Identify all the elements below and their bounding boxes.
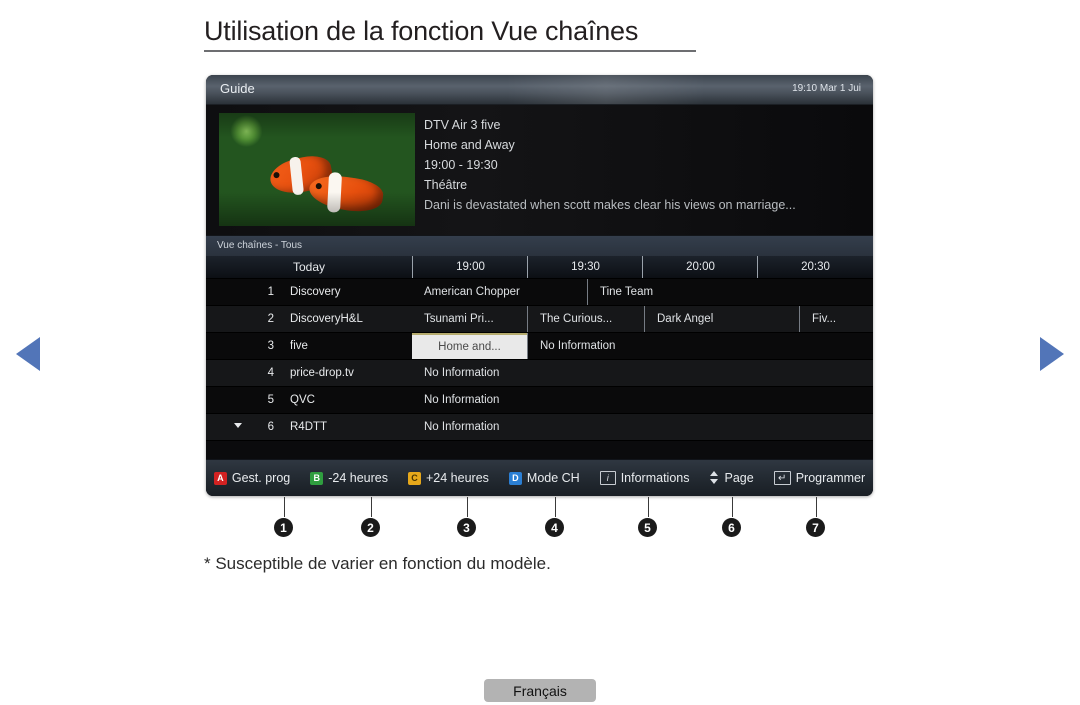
table-row[interactable]: 3 five Home and... No Information bbox=[206, 333, 873, 360]
callout-leader-line bbox=[371, 497, 372, 517]
triangle-left-icon[interactable] bbox=[16, 337, 40, 371]
channel-view-label: Vue chaînes - Tous bbox=[217, 240, 303, 251]
key-label: +24 heures bbox=[426, 471, 489, 485]
key-informations[interactable]: i Informations bbox=[599, 471, 690, 485]
program-cell[interactable]: American Chopper bbox=[412, 279, 587, 305]
time-slot-2030: 20:30 bbox=[757, 256, 873, 278]
callout-leader-line bbox=[732, 497, 733, 517]
program-cell[interactable]: No Information bbox=[527, 333, 867, 359]
title-underline bbox=[204, 50, 696, 52]
preview-genre: Théâtre bbox=[424, 178, 468, 192]
channel-name: R4DTT bbox=[290, 421, 328, 433]
program-cells: No Information bbox=[412, 414, 873, 440]
key-label: Programmer bbox=[795, 471, 866, 485]
info-icon: i bbox=[599, 471, 616, 485]
key-gest-prog[interactable]: A Gest. prog bbox=[213, 471, 291, 485]
time-slot-2000: 20:00 bbox=[642, 256, 758, 278]
preview-program: Home and Away bbox=[424, 138, 515, 152]
program-cells: No Information bbox=[412, 387, 873, 413]
channel-name: QVC bbox=[290, 394, 315, 406]
page-title: Utilisation de la fonction Vue chaînes bbox=[204, 16, 639, 46]
triangle-right-icon[interactable] bbox=[1040, 337, 1064, 371]
table-row[interactable]: 1 Discovery American Chopper Tine Team bbox=[206, 279, 873, 306]
thumbnail-vignette bbox=[219, 113, 415, 226]
channel-name: price-drop.tv bbox=[290, 367, 354, 379]
program-cell[interactable]: Tine Team bbox=[587, 279, 817, 305]
callout-leader-line bbox=[284, 497, 285, 517]
program-cells: Tsunami Pri... The Curious... Dark Angel Fi… bbox=[412, 306, 873, 332]
key-24-heures[interactable]: B -24 heures bbox=[310, 471, 388, 485]
channel-number: 4 bbox=[267, 367, 274, 379]
key-mode-ch[interactable]: D Mode CH bbox=[508, 471, 580, 485]
callout-leader-line bbox=[816, 497, 817, 517]
callout-badge-6: 6 bbox=[722, 518, 741, 537]
key-label: Informations bbox=[620, 471, 690, 485]
program-cell[interactable]: Dark Angel bbox=[644, 306, 799, 332]
guide-clock: 19:10 Mar 1 Jui bbox=[792, 83, 861, 94]
callout-badge-1: 1 bbox=[274, 518, 293, 537]
channel-view-bar: Vue chaînes - Tous bbox=[206, 235, 873, 256]
time-slot-1900: 19:00 bbox=[412, 256, 528, 278]
channel-number: 3 bbox=[267, 340, 274, 352]
channel-number: 2 bbox=[267, 313, 274, 325]
up-down-arrow-icon bbox=[709, 470, 719, 486]
callout-badge-7: 7 bbox=[806, 518, 825, 537]
enter-key-icon: ↵ bbox=[773, 471, 791, 485]
channel-number: 5 bbox=[267, 394, 274, 406]
callout-leader-line bbox=[467, 497, 468, 517]
program-cells: No Information bbox=[412, 360, 873, 386]
table-row[interactable]: 2 DiscoveryH&L Tsunami Pri... The Curious..… bbox=[206, 306, 873, 333]
callout-leader-line bbox=[555, 497, 556, 517]
key-24-heures[interactable]: C +24 heures bbox=[408, 471, 489, 485]
channel-name: five bbox=[290, 340, 308, 352]
table-row[interactable]: 5 QVC No Information bbox=[206, 387, 873, 414]
color-key-bar: A Gest. prog B -24 heures C +24 heures D Mode C… bbox=[206, 459, 873, 496]
table-row[interactable]: 6 R4DTT No Information bbox=[206, 414, 873, 441]
program-grid: 1 Discovery American Chopper Tine Team 2 Disc… bbox=[206, 279, 873, 441]
preview-description: Dani is devastated when scott makes clea… bbox=[424, 198, 796, 212]
color-key-b-icon: B bbox=[310, 471, 324, 485]
time-slot-1930: 19:30 bbox=[527, 256, 643, 278]
channel-name: Discovery bbox=[290, 286, 341, 298]
color-key-c-icon: C bbox=[408, 471, 421, 485]
guide-title: Guide bbox=[220, 81, 255, 96]
program-cell[interactable]: No Information bbox=[412, 360, 872, 386]
time-header-row: Today 19:00 19:30 20:00 20:30 bbox=[206, 256, 873, 279]
table-row[interactable]: 4 price-drop.tv No Information bbox=[206, 360, 873, 387]
program-cells: Home and... No Information bbox=[412, 333, 873, 359]
preview-time: 19:00 - 19:30 bbox=[424, 158, 498, 172]
callout-badge-4: 4 bbox=[545, 518, 564, 537]
key-page[interactable]: Page bbox=[709, 470, 754, 486]
key-label: Gest. prog bbox=[231, 471, 291, 485]
program-cell[interactable]: No Information bbox=[412, 387, 872, 413]
footnote-text: * Susceptible de varier en fonction du m… bbox=[204, 554, 551, 573]
guide-header-bar: Guide 19:10 Mar 1 Jui bbox=[206, 75, 873, 105]
program-cell-selected[interactable]: Home and... bbox=[412, 333, 527, 359]
clownfish-anemone-thumbnail bbox=[219, 113, 415, 226]
key-label: -24 heures bbox=[328, 471, 388, 485]
color-key-d-icon: D bbox=[508, 471, 522, 485]
program-preview-panel: DTV Air 3 five Home and Away 19:00 - 19:… bbox=[206, 105, 873, 235]
callout-badge-5: 5 bbox=[638, 518, 657, 537]
channel-name: DiscoveryH&L bbox=[290, 313, 363, 325]
callout-badge-3: 3 bbox=[457, 518, 476, 537]
program-cell[interactable]: The Curious... bbox=[527, 306, 644, 332]
today-label: Today bbox=[292, 260, 326, 274]
callout-leader-line bbox=[648, 497, 649, 517]
key-label: Page bbox=[724, 471, 754, 485]
key-programmer[interactable]: ↵ Programmer bbox=[773, 471, 866, 485]
key-label: Mode CH bbox=[526, 471, 580, 485]
channel-number: 1 bbox=[267, 286, 274, 298]
channel-number: 6 bbox=[267, 421, 274, 433]
color-key-a-icon: A bbox=[213, 471, 227, 485]
tv-guide-window: Guide 19:10 Mar 1 Jui DTV Air 3 five Hom… bbox=[206, 75, 873, 496]
callout-badge-2: 2 bbox=[361, 518, 380, 537]
program-cell[interactable]: No Information bbox=[412, 414, 872, 440]
program-cells: American Chopper Tine Team bbox=[412, 279, 873, 305]
program-cell[interactable]: Tsunami Pri... bbox=[412, 306, 527, 332]
preview-info-block: DTV Air 3 five Home and Away 19:00 - 19:… bbox=[424, 115, 796, 215]
program-cell[interactable]: Fiv... bbox=[799, 306, 873, 332]
preview-channel: DTV Air 3 five bbox=[424, 118, 501, 132]
language-button[interactable]: Français bbox=[484, 679, 596, 702]
